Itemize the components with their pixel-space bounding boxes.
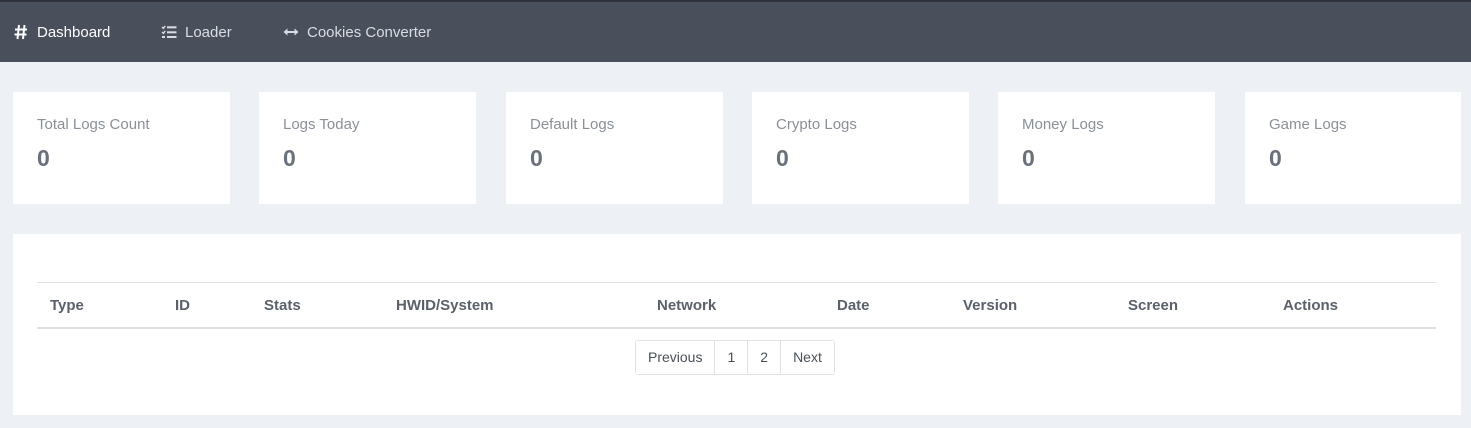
stat-card-crypto-logs: Crypto Logs 0 [752,92,969,204]
nav-item-cookies-converter[interactable]: Cookies Converter [283,2,431,62]
pagination-page-2[interactable]: 2 [747,341,781,374]
stat-card-total-logs: Total Logs Count 0 [13,92,230,204]
stat-label: Total Logs Count [37,116,150,133]
column-header-date[interactable]: Date [837,283,870,328]
stat-label: Money Logs [1022,116,1104,133]
stat-card-game-logs: Game Logs 0 [1245,92,1461,204]
nav-item-dashboard[interactable]: Dashboard [13,2,110,62]
hash-icon [13,24,29,40]
stat-label: Default Logs [530,116,615,133]
stat-card-default-logs: Default Logs 0 [506,92,723,204]
pagination-page-1[interactable]: 1 [714,341,748,374]
stat-value: 0 [37,145,50,171]
top-navbar: Dashboard Loader Cookies Converter [0,0,1471,62]
stat-value: 0 [1269,145,1282,171]
column-header-version[interactable]: Version [963,283,1017,328]
stat-label: Game Logs [1269,116,1347,133]
stat-value: 0 [776,145,789,171]
arrows-left-right-icon [283,24,299,40]
stat-card-money-logs: Money Logs 0 [998,92,1215,204]
stat-value: 0 [1022,145,1035,171]
column-header-type[interactable]: Type [50,283,84,328]
nav-item-label: Loader [185,23,232,41]
pagination: Previous 1 2 Next [635,340,835,375]
column-header-id[interactable]: ID [175,283,190,328]
column-header-hwid-system[interactable]: HWID/System [396,283,494,328]
column-header-screen[interactable]: Screen [1128,283,1178,328]
stat-card-logs-today: Logs Today 0 [259,92,476,204]
pagination-previous-button[interactable]: Previous [636,341,715,374]
stat-label: Crypto Logs [776,116,857,133]
stat-value: 0 [283,145,296,171]
column-header-network[interactable]: Network [657,283,716,328]
pagination-next-button[interactable]: Next [780,341,834,374]
nav-item-loader[interactable]: Loader [161,2,232,62]
column-header-actions[interactable]: Actions [1283,283,1338,328]
column-header-stats[interactable]: Stats [264,283,301,328]
nav-item-label: Cookies Converter [307,23,432,41]
logs-table-header: Type ID Stats HWID/System Network Date V… [37,282,1436,329]
list-check-icon [161,24,177,40]
nav-item-label: Dashboard [37,23,111,41]
stat-value: 0 [530,145,543,171]
logs-panel: Type ID Stats HWID/System Network Date V… [13,234,1461,415]
stat-label: Logs Today [283,116,360,133]
